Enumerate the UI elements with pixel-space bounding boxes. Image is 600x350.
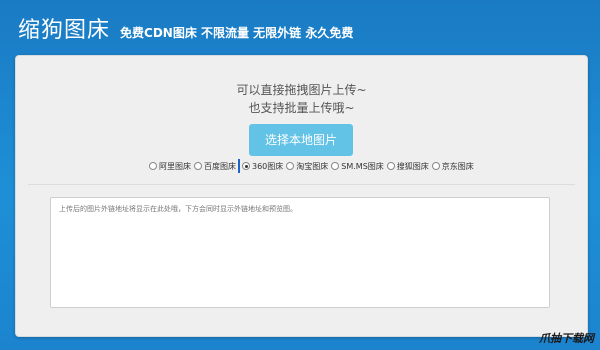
host-option-taobao[interactable]: 淘宝图床 [286, 161, 328, 172]
host-option-baidu[interactable]: 百度图床 [194, 161, 236, 172]
radio-button[interactable] [386, 162, 395, 170]
radio-button-selected[interactable] [242, 162, 250, 170]
radio-button[interactable] [194, 162, 202, 170]
host-option-ali[interactable]: 阿里图床 [149, 161, 191, 172]
host-option-label: 搜狐图床 [396, 161, 429, 171]
host-option-jd[interactable]: 京东图床 [431, 161, 474, 172]
host-option-label: 百度图床 [204, 161, 236, 171]
host-option-label: 阿里图床 [159, 161, 191, 171]
image-host-radio-group: 阿里图床 百度图床 360图床 淘宝图床 SM.MS图床 搜狐图床 京东图床 [149, 159, 477, 173]
host-option-label: 京东图床 [441, 161, 474, 171]
host-option-360[interactable]: 360图床 [242, 161, 283, 172]
host-option-sohu[interactable]: 搜狐图床 [386, 161, 429, 172]
upload-panel: 可以直接拖拽图片上传~ 也支持批量上传哦~ 选择本地图片 阿里图床 百度图床 3… [15, 55, 588, 337]
drag-hint-text: 可以直接拖拽图片上传~ [236, 83, 367, 97]
radio-button[interactable] [331, 162, 340, 170]
host-option-smms[interactable]: SM.MS图床 [331, 161, 384, 172]
host-option-label: SM.MS图床 [341, 161, 384, 171]
radio-button[interactable] [431, 162, 440, 170]
host-option-label: 360图床 [252, 161, 284, 171]
site-watermark: 爪抽下载网 [539, 332, 594, 345]
select-local-image-button[interactable]: 选择本地图片 [249, 124, 353, 156]
result-link-textarea[interactable]: 上传后的图片外链地址将显示在此处哦，下方会同时显示外链地址和预览图。 [50, 197, 550, 308]
site-tagline: 免费CDN图床 不限流量 无限外链 永久免费 [120, 26, 354, 40]
site-logo-title[interactable]: 缩狗图床 [18, 12, 110, 44]
text-cursor-icon [238, 159, 240, 173]
radio-button[interactable] [149, 162, 157, 170]
batch-hint-text: 也支持批量上传哦~ [248, 101, 355, 115]
site-header: 缩狗图床 免费CDN图床 不限流量 无限外链 永久免费 [18, 12, 354, 44]
panel-divider [28, 184, 575, 185]
radio-button[interactable] [286, 162, 295, 170]
result-placeholder-text: 上传后的图片外链地址将显示在此处哦，下方会同时显示外链地址和预览图。 [59, 205, 297, 213]
host-option-label: 淘宝图床 [296, 161, 329, 171]
